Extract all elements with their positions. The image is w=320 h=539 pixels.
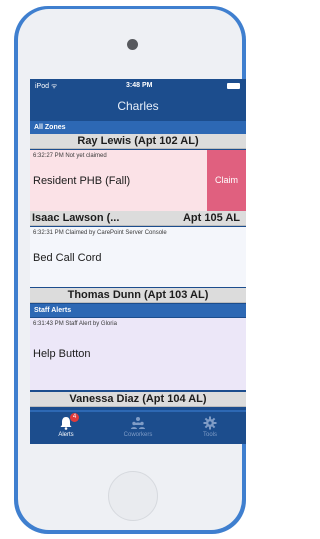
alert-meta: 6:32:27 PM Not yet claimed: [33, 153, 107, 159]
camera-icon: [127, 39, 138, 50]
alert-meta: 6:31:43 PM Staff Alert by Gloria: [33, 321, 117, 327]
tab-tools[interactable]: Tools: [174, 412, 246, 444]
zone-header-all-zones: All Zones: [30, 121, 246, 134]
gear-icon: [203, 416, 217, 430]
resident-row-thomas-dunn[interactable]: Thomas Dunn (Apt 103 AL): [30, 288, 246, 303]
tab-label: Tools: [202, 432, 217, 438]
status-time: 3:48 PM: [126, 82, 153, 89]
people-icon: [131, 417, 145, 429]
tab-coworkers[interactable]: Coworkers: [102, 412, 174, 444]
alert-title: Bed Call Cord: [33, 252, 102, 264]
tab-label: Coworkers: [123, 432, 153, 438]
alert-card-fall[interactable]: 6:32:27 PM Not yet claimed Resident PHB …: [30, 150, 246, 211]
alert-title: Help Button: [33, 348, 91, 360]
alerts-badge: 4: [70, 413, 79, 422]
resident-row-ray-lewis[interactable]: Ray Lewis (Apt 102 AL): [30, 134, 246, 149]
alert-card-bed-call-cord[interactable]: 6:32:31 PM Claimed by CarePoint Server C…: [30, 227, 246, 287]
zone-header-staff-alerts: Staff Alerts: [30, 304, 246, 317]
home-button[interactable]: [108, 471, 158, 521]
tab-label: Alerts: [58, 432, 74, 438]
alert-title: Resident PHB (Fall): [33, 175, 131, 187]
resident-name: Thomas Dunn (Apt 103 AL): [67, 289, 209, 301]
resident-name: Ray Lewis (Apt 102 AL): [77, 135, 199, 147]
app-screen: iPod ᯤ 3:48 PM Charles All Zones Ray Lew…: [30, 79, 246, 444]
alert-meta: 6:32:31 PM Claimed by CarePoint Server C…: [33, 230, 167, 236]
resident-row-isaac-lawson[interactable]: Isaac Lawson (... Apt 105 AL: [30, 211, 246, 226]
battery-icon: [227, 83, 240, 89]
alert-card-help-button[interactable]: 6:31:43 PM Staff Alert by Gloria Help Bu…: [30, 318, 246, 390]
status-bar: iPod ᯤ 3:48 PM: [30, 79, 246, 93]
resident-row-vanessa-diaz[interactable]: Vanessa Diaz (Apt 104 AL): [30, 392, 246, 407]
resident-name: Isaac Lawson (...: [32, 212, 120, 224]
nav-title: Charles: [117, 99, 159, 113]
claim-button[interactable]: Claim: [207, 150, 246, 211]
carrier-label: iPod ᯤ: [35, 83, 58, 90]
tab-alerts[interactable]: 4 Alerts: [30, 412, 102, 444]
resident-name: Vanessa Diaz (Apt 104 AL): [69, 393, 207, 405]
resident-apartment: Apt 105 AL: [182, 212, 240, 224]
tab-bar: 4 Alerts Coworkers Tools: [30, 410, 246, 444]
